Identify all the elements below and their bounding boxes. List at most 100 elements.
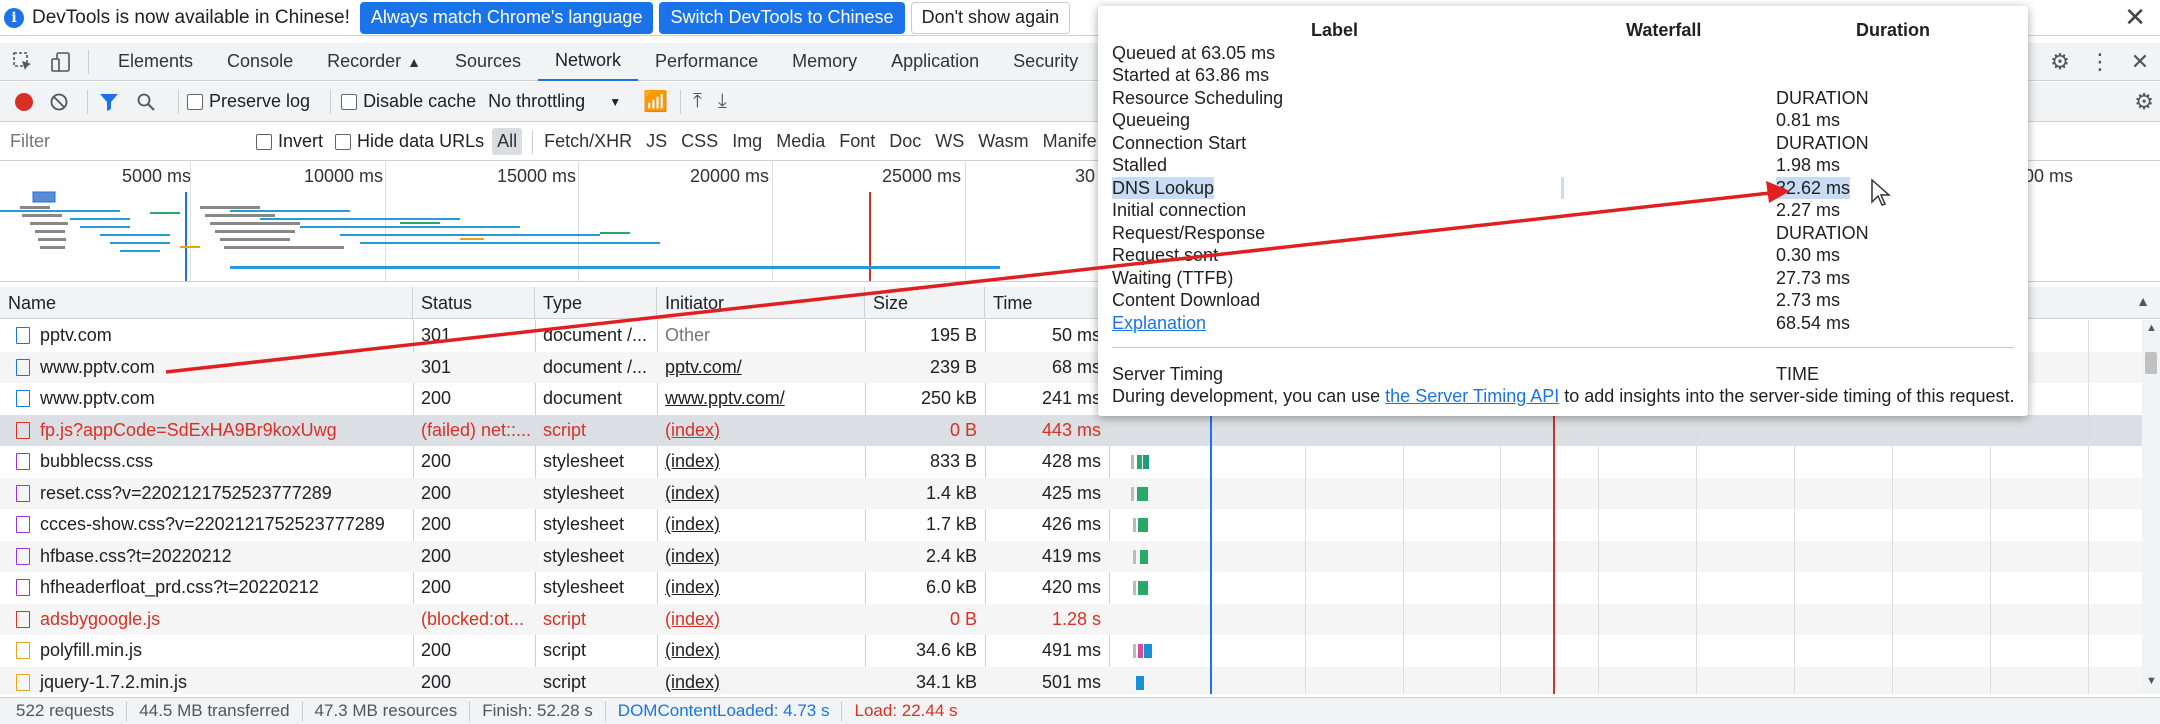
always-match-language-button[interactable]: Always match Chrome's language bbox=[359, 1, 654, 34]
infobar-close-icon[interactable]: ✕ bbox=[2124, 2, 2146, 33]
scroll-up-icon[interactable]: ▲ bbox=[2146, 322, 2157, 334]
explanation-link[interactable]: Explanation bbox=[1112, 312, 1206, 334]
script-icon bbox=[16, 642, 30, 660]
waterfall-download-bar bbox=[1143, 455, 1149, 469]
type-cell: stylesheet bbox=[543, 514, 625, 535]
table-row[interactable]: ccces-show.css?v=2202121752523777289 200… bbox=[0, 509, 2160, 541]
column-header-size[interactable]: Size bbox=[865, 287, 985, 319]
tab-security[interactable]: Security bbox=[996, 43, 1095, 81]
settings-gear-icon[interactable]: ⚙ bbox=[2040, 49, 2080, 75]
dns-lookup-value: 32.62 ms bbox=[1776, 177, 1851, 199]
type-filter-manifest[interactable]: Manife bbox=[1038, 128, 1102, 155]
filter-input[interactable]: Filter bbox=[4, 126, 256, 157]
initiator-link[interactable]: (index) bbox=[657, 635, 865, 667]
search-icon[interactable] bbox=[136, 92, 156, 112]
invert-checkbox[interactable]: Invert bbox=[256, 131, 323, 152]
type-filter-css[interactable]: CSS bbox=[676, 128, 723, 155]
initiator-link[interactable]: (index) bbox=[657, 572, 865, 604]
time-cell: 443 ms bbox=[1041, 419, 1101, 440]
tab-performance[interactable]: Performance bbox=[638, 43, 775, 81]
filter-icon[interactable] bbox=[98, 92, 120, 112]
column-header-initiator[interactable]: Initiator bbox=[657, 287, 865, 319]
scroll-thumb[interactable] bbox=[2145, 352, 2157, 374]
type-filter-ws[interactable]: WS bbox=[930, 128, 969, 155]
script-error-icon bbox=[16, 421, 30, 439]
table-row[interactable]: reset.css?v=2202121752523777289 200 styl… bbox=[0, 477, 2160, 510]
tab-memory[interactable]: Memory bbox=[775, 43, 874, 81]
scroll-down-icon[interactable]: ▼ bbox=[2146, 675, 2157, 687]
initiator-link[interactable]: (index) bbox=[657, 446, 865, 478]
size-cell: 833 B bbox=[929, 451, 977, 472]
table-row[interactable]: hfheaderfloat_prd.css?t=20220212 200 sty… bbox=[0, 572, 2160, 604]
record-icon[interactable] bbox=[15, 92, 33, 111]
tab-recorder[interactable]: Recorder ▲ bbox=[310, 43, 438, 81]
column-header-name[interactable]: Name bbox=[0, 287, 413, 319]
request-name: adsbygoogle.js bbox=[40, 608, 161, 629]
request-name: ccces-show.css?v=2202121752523777289 bbox=[40, 514, 385, 535]
export-har-icon[interactable]: ⤓ bbox=[718, 90, 727, 113]
column-header-type[interactable]: Type bbox=[535, 287, 657, 319]
initiator-link[interactable]: www.pptv.com/ bbox=[657, 383, 865, 415]
type-filter-js[interactable]: JS bbox=[641, 128, 672, 155]
domcontentloaded-time: DOMContentLoaded: 4.73 s bbox=[606, 701, 843, 721]
type-filter-media[interactable]: Media bbox=[771, 128, 830, 155]
tab-sources[interactable]: Sources bbox=[438, 43, 538, 81]
request-name: pptv.com bbox=[40, 325, 112, 346]
server-timing-label: Server Timing bbox=[1112, 363, 1224, 384]
network-settings-icon[interactable]: ⚙ bbox=[2134, 89, 2154, 115]
table-row[interactable]: polyfill.min.js 200 script (index) 34.6 … bbox=[0, 635, 2160, 667]
size-cell: 250 kB bbox=[920, 388, 977, 409]
column-header-time[interactable]: Time bbox=[985, 287, 1109, 319]
table-scrollbar[interactable]: ▲ ▼ bbox=[2142, 320, 2160, 694]
dont-show-again-button[interactable]: Don't show again bbox=[910, 1, 1071, 34]
waterfall-download-bar bbox=[1144, 644, 1152, 658]
type-filter-fetch-xhr[interactable]: Fetch/XHR bbox=[539, 128, 637, 155]
preserve-log-checkbox[interactable]: Preserve log bbox=[187, 91, 310, 112]
overview-activity-graph bbox=[0, 191, 1000, 281]
request-name: reset.css?v=2202121752523777289 bbox=[40, 482, 332, 503]
disable-cache-checkbox[interactable]: Disable cache bbox=[341, 91, 476, 112]
tab-elements[interactable]: Elements bbox=[101, 43, 210, 81]
initiator-link[interactable]: (index) bbox=[657, 509, 865, 541]
column-header-status[interactable]: Status bbox=[413, 287, 535, 319]
tab-application[interactable]: Application bbox=[874, 43, 996, 81]
initiator-link[interactable]: (index) bbox=[657, 667, 865, 695]
throttling-select[interactable]: No throttling ▼ bbox=[488, 91, 621, 112]
server-timing-text-post: to add insights into the server-side tim… bbox=[1559, 385, 2015, 406]
request-name-cell: reset.css?v=2202121752523777289 bbox=[8, 478, 413, 510]
sort-arrow-icon[interactable]: ▲ bbox=[2136, 293, 2150, 309]
status-cell: 200 bbox=[421, 671, 452, 692]
initiator-link[interactable]: pptv.com/ bbox=[657, 352, 865, 384]
initiator-link[interactable]: (index) bbox=[657, 604, 865, 636]
inspect-element-icon[interactable] bbox=[8, 47, 38, 77]
time-cell: 501 ms bbox=[1041, 671, 1101, 692]
switch-to-chinese-button[interactable]: Switch DevTools to Chinese bbox=[659, 1, 905, 34]
initiator-link[interactable]: (index) bbox=[657, 541, 865, 573]
table-row[interactable]: bubblecss.css 200 stylesheet (index) 833… bbox=[0, 446, 2160, 478]
request-name-cell: jquery-1.7.2.min.js bbox=[8, 667, 413, 695]
network-conditions-icon[interactable]: 📶 bbox=[643, 89, 668, 114]
table-row[interactable]: jquery-1.7.2.min.js 200 script (index) 3… bbox=[0, 666, 2160, 695]
initiator-link[interactable]: (index) bbox=[657, 415, 865, 447]
import-har-icon[interactable]: ⤒ bbox=[693, 90, 702, 113]
tab-console[interactable]: Console bbox=[210, 43, 310, 81]
type-filter-font[interactable]: Font bbox=[834, 128, 880, 155]
table-row[interactable]: hfbase.css?t=20220212 200 stylesheet (in… bbox=[0, 540, 2160, 573]
close-devtools-icon[interactable]: ✕ bbox=[2120, 49, 2160, 75]
clear-icon[interactable] bbox=[49, 92, 69, 112]
type-filter-all[interactable]: All bbox=[492, 128, 523, 155]
initiator-link[interactable]: (index) bbox=[657, 478, 865, 510]
table-row[interactable]: fp.js?appCode=SdExHA9Br9koxUwg (failed) … bbox=[0, 414, 2160, 447]
request-name-cell: hfheaderfloat_prd.css?t=20220212 bbox=[8, 572, 413, 604]
waterfall-queue-bar bbox=[1133, 581, 1136, 595]
more-options-icon[interactable]: ⋮ bbox=[2080, 49, 2120, 75]
type-filter-doc[interactable]: Doc bbox=[884, 128, 926, 155]
tab-network[interactable]: Network bbox=[538, 43, 639, 81]
table-row[interactable]: adsbygoogle.js (blocked:ot... script (in… bbox=[0, 603, 2160, 636]
hide-data-urls-checkbox[interactable]: Hide data URLs bbox=[335, 131, 484, 152]
device-toolbar-icon[interactable] bbox=[46, 47, 76, 77]
type-filter-wasm[interactable]: Wasm bbox=[973, 128, 1033, 155]
type-filter-img[interactable]: Img bbox=[727, 128, 767, 155]
size-cell: 2.4 kB bbox=[925, 545, 977, 566]
server-timing-api-link[interactable]: the Server Timing API bbox=[1385, 386, 1559, 407]
